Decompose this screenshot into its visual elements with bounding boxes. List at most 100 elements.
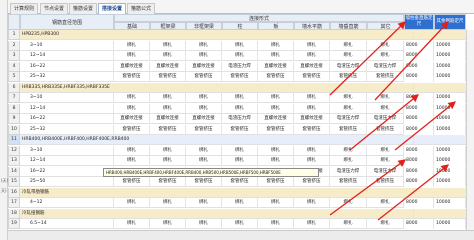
connection-cell[interactable]: 绑扎 [367,219,404,229]
row-number[interactable]: 2 [8,40,20,51]
connection-cell[interactable]: 绑扎 [150,103,186,114]
connection-cell[interactable]: 绑扎 [114,103,150,114]
table-row[interactable]: 25~32 套管挤压 套管挤压 套管挤压 套管挤压 套管挤压 套管挤压 套管挤压 套管挤压 800… [20,72,474,82]
connection-cell[interactable]: 绑扎 [186,156,222,166]
bottom-scrollbar[interactable] [8,230,474,240]
connection-cell[interactable]: 绑扎 [222,156,258,166]
other-length-cell[interactable]: 10000 [434,93,466,103]
connection-cell[interactable]: 直螺纹连接 [114,61,150,72]
wall-column-length-cell[interactable]: 8000 [404,166,434,177]
connection-cell[interactable]: 绑扎 [367,103,404,114]
wall-column-length-cell[interactable]: 8000 [404,61,434,72]
connection-cell[interactable]: 套管挤压 [294,72,330,82]
table-row[interactable]: 25~50 套管挤压 套管挤压 套管挤压 套管挤压 套管挤压 套管挤压 套管挤压 套管挤压 800… [20,177,474,187]
connection-cell[interactable]: 套管挤压 [114,72,150,82]
other-length-cell[interactable]: 10000 [434,166,466,177]
connection-cell[interactable]: 绑扎 [330,93,367,103]
wall-column-length-cell[interactable]: 8000 [404,145,434,156]
connection-cell[interactable]: 套管挤压 [294,177,330,187]
connection-cell[interactable]: 绑扎 [150,93,186,103]
connection-cell[interactable]: 套管挤压 [222,124,258,135]
connection-cell[interactable]: 绑扎 [222,103,258,114]
connection-cell[interactable]: 绑扎 [222,145,258,156]
connection-cell[interactable]: 绑扎 [330,156,367,166]
wall-column-length-cell[interactable]: 8000 [404,198,434,208]
other-length-cell[interactable]: 10000 [434,145,466,156]
wall-column-length-cell[interactable]: 8000 [404,40,434,51]
table-row[interactable]: 3~10 绑扎 绑扎 绑扎 绑扎 绑扎 绑扎 绑扎 绑扎 8000 10000 [20,40,474,51]
connection-cell[interactable]: 绑扎 [294,103,330,114]
connection-cell[interactable]: 套管挤压 [330,177,367,187]
wall-column-length-cell[interactable]: 8000 [404,156,434,166]
connection-cell[interactable]: 绑扎 [114,40,150,51]
connection-cell[interactable]: 绑扎 [294,145,330,156]
tab-calc-rules[interactable]: 计算规则 [10,3,39,14]
connection-cell[interactable]: 套管挤压 [222,177,258,187]
row-number[interactable]: 11 [8,135,20,145]
connection-cell[interactable]: 绑扎 [114,219,150,229]
connection-cell[interactable]: 电渣压力焊 [330,166,367,177]
connection-cell[interactable]: 电渣压力焊 [367,166,404,177]
connection-cell[interactable]: 绑扎 [222,93,258,103]
connection-cell[interactable]: 绑扎 [114,93,150,103]
row-number[interactable]: 10 [8,124,20,135]
connection-cell[interactable]: 绑扎 [150,51,186,61]
connection-cell[interactable]: 绑扎 [330,51,367,61]
group-row[interactable]: 冷轧带肋钢筋 [20,187,474,198]
connection-cell[interactable]: 直螺纹连接 [294,61,330,72]
connection-cell[interactable]: 套管挤压 [258,177,294,187]
connection-cell[interactable]: 绑扎 [367,40,404,51]
row-number[interactable]: 15 [8,177,20,187]
wall-column-length-cell[interactable]: 8000 [404,103,434,114]
connection-cell[interactable]: 绑扎 [186,198,222,208]
connection-cell[interactable]: 绑扎 [258,93,294,103]
connection-cell[interactable]: 电渣压力焊 [222,114,258,124]
other-length-cell[interactable]: 10000 [434,114,466,124]
connection-cell[interactable]: 套管挤压 [186,124,222,135]
connection-cell[interactable]: 绑扎 [258,198,294,208]
connection-cell[interactable]: 绑扎 [294,51,330,61]
connection-cell[interactable]: 绑扎 [330,198,367,208]
connection-cell[interactable]: 直螺纹连接 [150,114,186,124]
row-number[interactable]: 3 [8,51,20,61]
other-length-cell[interactable]: 10000 [434,177,466,187]
connection-cell[interactable]: 绑扎 [114,156,150,166]
connection-cell[interactable]: 绑扎 [258,145,294,156]
connection-cell[interactable]: 绑扎 [150,156,186,166]
wall-column-length-cell[interactable]: 8000 [404,51,434,61]
connection-cell[interactable]: 绑扎 [114,145,150,156]
row-number[interactable]: 9 [8,114,20,124]
connection-cell[interactable]: 绑扎 [330,40,367,51]
other-length-cell[interactable]: 10000 [434,40,466,51]
connection-cell[interactable]: 绑扎 [258,156,294,166]
table-row[interactable]: 12~14 绑扎 绑扎 绑扎 绑扎 绑扎 绑扎 绑扎 绑扎 8000 10000 [20,51,474,61]
connection-cell[interactable]: 套管挤压 [330,72,367,82]
table-row[interactable]: 4~12 绑扎 绑扎 绑扎 绑扎 绑扎 绑扎 绑扎 绑扎 8000 10000 [20,198,474,208]
wall-column-length-cell[interactable]: 8000 [404,114,434,124]
tab-node-settings[interactable]: 节点设置 [40,3,69,14]
connection-cell[interactable]: 套管挤压 [367,124,404,135]
group-row[interactable]: HRB335,HRB335E,HRBF335,HRBF335E [20,82,474,93]
connection-cell[interactable]: 绑扎 [367,145,404,156]
connection-cell[interactable]: 套管挤压 [258,72,294,82]
connection-cell[interactable]: 直螺纹连接 [186,114,222,124]
wall-column-length-cell[interactable]: 8000 [404,177,434,187]
connection-cell[interactable]: 套管挤压 [186,72,222,82]
connection-cell[interactable]: 套管挤压 [150,124,186,135]
connection-cell[interactable]: 绑扎 [186,219,222,229]
connection-cell[interactable]: 套管挤压 [367,72,404,82]
connection-cell[interactable]: 直螺纹连接 [294,114,330,124]
connection-cell[interactable]: 套管挤压 [258,124,294,135]
connection-cell[interactable]: 绑扎 [294,156,330,166]
connection-cell[interactable]: 直螺纹连接 [258,61,294,72]
other-length-cell[interactable]: 10000 [434,219,466,229]
connection-cell[interactable]: 绑扎 [114,198,150,208]
group-row[interactable]: HPB235,HPB300 [20,30,474,40]
connection-cell[interactable]: 套管挤压 [330,124,367,135]
table-row[interactable]: 12~14 绑扎 绑扎 绑扎 绑扎 绑扎 绑扎 绑扎 绑扎 8000 10000 [20,103,474,114]
connection-cell[interactable]: 绑扎 [222,219,258,229]
connection-cell[interactable]: 绑扎 [186,145,222,156]
connection-cell[interactable]: 绑扎 [367,93,404,103]
connection-cell[interactable]: 绑扎 [258,40,294,51]
other-length-cell[interactable]: 10000 [434,61,466,72]
